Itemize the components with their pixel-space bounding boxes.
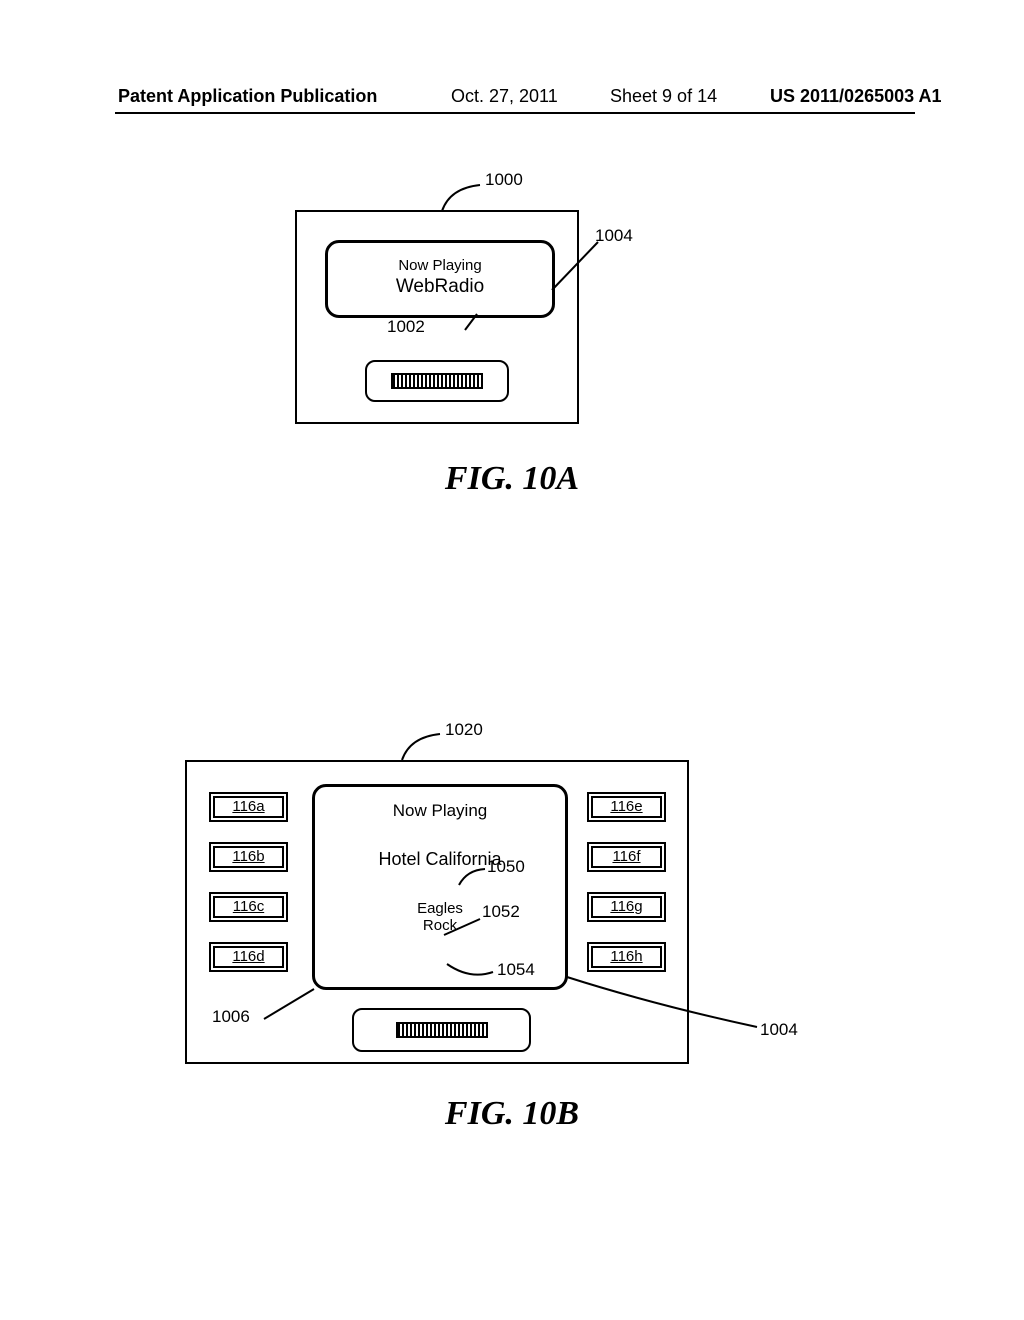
button-116g[interactable]: 116g bbox=[587, 892, 666, 922]
button-116e[interactable]: 116e bbox=[587, 792, 666, 822]
button-116h[interactable]: 116h bbox=[587, 942, 666, 972]
lead-line-1050 bbox=[457, 867, 487, 887]
ref-1004: 1004 bbox=[760, 1020, 798, 1040]
header-rule bbox=[115, 112, 915, 114]
hatched-icon bbox=[391, 373, 483, 389]
button-116b[interactable]: 116b bbox=[209, 842, 288, 872]
fig-10b-caption: FIG. 10B bbox=[0, 1095, 1024, 1133]
control-bar bbox=[352, 1008, 531, 1052]
panel-1000: Now Playing WebRadio 1002 bbox=[295, 210, 579, 424]
genre-label: Rock bbox=[315, 917, 565, 934]
button-116a[interactable]: 116a bbox=[209, 792, 288, 822]
lead-line-1000 bbox=[440, 183, 480, 213]
now-playing-label: Now Playing bbox=[328, 243, 552, 274]
ref-1020: 1020 bbox=[445, 720, 483, 740]
ref-1054: 1054 bbox=[497, 960, 535, 980]
song-title: Hotel California bbox=[315, 821, 565, 870]
lead-line-1004 bbox=[565, 975, 760, 1030]
ref-1000: 1000 bbox=[485, 170, 523, 190]
lead-line-1020 bbox=[400, 732, 440, 762]
button-116d[interactable]: 116d bbox=[209, 942, 288, 972]
button-116f[interactable]: 116f bbox=[587, 842, 666, 872]
ref-1050: 1050 bbox=[487, 857, 525, 877]
header-sheet: Sheet 9 of 14 bbox=[610, 86, 717, 107]
ref-1006: 1006 bbox=[212, 1007, 250, 1027]
lead-line-1054 bbox=[445, 962, 495, 982]
ref-1002: 1002 bbox=[387, 317, 425, 337]
header-pubno: US 2011/0265003 A1 bbox=[770, 86, 941, 107]
hatched-icon bbox=[396, 1022, 488, 1038]
artist-name: Eagles bbox=[315, 870, 565, 917]
header-date: Oct. 27, 2011 bbox=[451, 86, 558, 107]
source-label: WebRadio bbox=[328, 274, 552, 298]
lead-line-1052 bbox=[442, 917, 482, 937]
lead-line-1002 bbox=[427, 312, 467, 337]
header-left: Patent Application Publication bbox=[118, 86, 377, 107]
ref-1052: 1052 bbox=[482, 902, 520, 922]
now-playing-label: Now Playing bbox=[315, 787, 565, 821]
lead-line-1004 bbox=[550, 240, 605, 295]
button-116c[interactable]: 116c bbox=[209, 892, 288, 922]
fig-10a-caption: FIG. 10A bbox=[0, 460, 1024, 498]
control-bar bbox=[365, 360, 509, 402]
display-1004: Now Playing WebRadio bbox=[325, 240, 555, 318]
lead-line-1006 bbox=[262, 987, 317, 1022]
